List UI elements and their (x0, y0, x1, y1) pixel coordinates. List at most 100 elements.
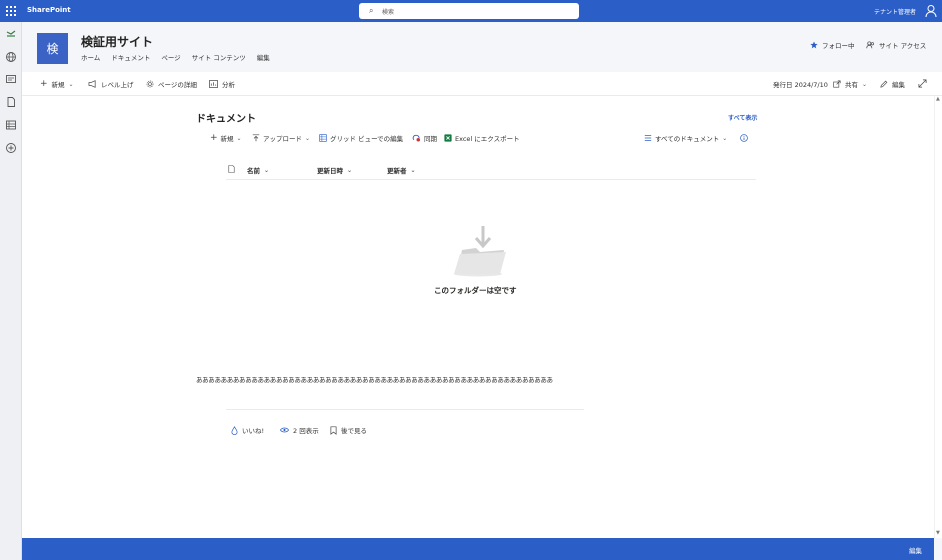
site-access-button[interactable]: サイト アクセス (866, 40, 926, 50)
promote-button[interactable]: レベル上げ (88, 79, 134, 89)
text-content: ああああああああああああああああああああああああああああああああああああああああ… (196, 376, 553, 384)
header-divider (226, 179, 756, 180)
library-title[interactable]: ドキュメント (196, 110, 256, 125)
follow-button[interactable]: フォロー中 (810, 40, 855, 50)
footer-edit-button[interactable]: 編集 (909, 545, 922, 555)
plus-icon: + (210, 133, 218, 143)
views-count: 2 回表示 (280, 425, 319, 435)
chevron-down-icon: ⌄ (722, 134, 728, 142)
like-icon (231, 425, 238, 435)
new-button[interactable]: + 新規 ⌄ (40, 79, 74, 89)
site-logo[interactable]: 検 (37, 33, 68, 64)
published-date: 発行日 2024/7/10 (773, 79, 828, 89)
star-icon (810, 41, 818, 49)
share-label: 共有 (845, 81, 858, 89)
app-bar (0, 22, 22, 560)
save-for-later-button[interactable]: 後で見る (330, 425, 367, 435)
promote-label: レベル上げ (101, 81, 134, 89)
sync-button[interactable]: 同期 (412, 133, 437, 143)
chevron-down-icon: ⌄ (264, 166, 270, 174)
column-modified-by-label: 更新者 (387, 167, 407, 175)
file-type-icon (228, 165, 235, 173)
upload-icon (252, 134, 260, 142)
column-header-modified-by[interactable]: 更新者 ⌄ (387, 165, 416, 176)
nav-item-pages[interactable]: ページ (161, 52, 180, 62)
column-header-modified[interactable]: 更新日時 ⌄ (317, 165, 353, 176)
page-canvas (22, 96, 934, 538)
analytics-icon (209, 80, 218, 88)
search-box[interactable]: ⌕ 検索 (359, 3, 579, 19)
info-icon[interactable] (740, 134, 748, 142)
chevron-down-icon: ⌄ (305, 134, 311, 142)
chevron-down-icon: ⌄ (347, 166, 353, 174)
published-label: 発行日 2024/7/10 (773, 81, 828, 89)
views-label: 2 回表示 (293, 427, 319, 435)
lists-icon[interactable] (5, 119, 17, 131)
chevron-down-icon: ⌄ (410, 166, 416, 174)
user-avatar-icon[interactable] (925, 4, 937, 18)
column-modified-label: 更新日時 (317, 167, 343, 175)
site-navigation: ホーム ドキュメント ページ サイト コンテンツ 編集 (81, 52, 270, 62)
plus-icon: + (40, 79, 48, 89)
bookmark-icon (330, 425, 337, 435)
search-icon: ⌕ (369, 6, 374, 15)
user-name[interactable]: テナント管理者 (874, 7, 916, 16)
library-new-button[interactable]: + 新規 ⌄ (210, 133, 242, 143)
chevron-down-icon: ⌄ (236, 134, 242, 142)
gear-icon (146, 80, 154, 88)
view-label: すべてのドキュメント (655, 135, 720, 143)
scroll-up-icon[interactable]: ▲ (936, 96, 940, 102)
footer-corner (934, 538, 942, 560)
excel-icon (444, 134, 452, 142)
sharepoint-home-icon[interactable] (5, 28, 17, 40)
view-selector[interactable]: すべてのドキュメント ⌄ (644, 133, 727, 143)
chevron-down-icon: ⌄ (68, 80, 74, 88)
nav-item-home[interactable]: ホーム (81, 52, 100, 62)
expand-icon[interactable] (918, 79, 927, 88)
save-label: 後で見る (341, 427, 367, 435)
page-command-bar: + 新規 ⌄ レベル上げ ページの詳細 分析 発行日 2024/7/10 共有 … (22, 72, 942, 96)
globe-icon[interactable] (5, 51, 17, 63)
export-excel-button[interactable]: Excel にエクスポート (444, 133, 520, 143)
chevron-down-icon: ⌄ (862, 80, 868, 88)
site-access-label: サイト アクセス (879, 42, 927, 50)
file-icon[interactable] (5, 96, 17, 108)
library-new-label: 新規 (220, 135, 234, 143)
like-button[interactable]: いいね! (231, 425, 264, 435)
scroll-down-icon[interactable]: ▼ (936, 530, 940, 536)
like-label: いいね! (242, 427, 265, 435)
share-button[interactable]: 共有 ⌄ (833, 79, 867, 89)
sync-icon (412, 134, 421, 142)
grid-icon (319, 134, 327, 142)
news-icon[interactable] (5, 73, 17, 85)
edit-button[interactable]: 編集 (880, 79, 905, 89)
people-icon (866, 41, 875, 49)
site-title[interactable]: 検証用サイト (81, 33, 153, 50)
app-launcher-icon[interactable] (6, 6, 16, 16)
nav-item-documents[interactable]: ドキュメント (111, 52, 150, 62)
social-divider (226, 409, 584, 410)
export-excel-label: Excel にエクスポート (455, 135, 520, 143)
column-header-name[interactable]: 名前 ⌄ (247, 165, 270, 176)
column-name-label: 名前 (247, 167, 260, 175)
search-placeholder: 検索 (382, 9, 395, 16)
analytics-label: 分析 (222, 81, 235, 89)
megaphone-icon (88, 80, 96, 88)
analytics-button[interactable]: 分析 (209, 79, 235, 89)
upload-button[interactable]: アップロード ⌄ (252, 133, 310, 143)
follow-label: フォロー中 (822, 42, 855, 50)
create-icon[interactable] (5, 142, 17, 154)
empty-folder-illustration (454, 226, 506, 277)
grid-edit-button[interactable]: グリッド ビューでの編集 (319, 133, 403, 143)
vertical-scrollbar[interactable]: ▲ ▼ (934, 96, 942, 538)
nav-item-edit[interactable]: 編集 (257, 52, 270, 62)
new-label: 新規 (51, 81, 65, 89)
app-name[interactable]: SharePoint (27, 6, 71, 14)
pencil-icon (880, 80, 888, 88)
see-all-link[interactable]: すべて表示 (728, 113, 757, 122)
upload-label: アップロード (263, 135, 302, 143)
footer-bar (22, 538, 934, 560)
nav-item-site-contents[interactable]: サイト コンテンツ (192, 52, 246, 62)
suite-bar: SharePoint ⌕ 検索 テナント管理者 (0, 0, 942, 22)
page-details-button[interactable]: ページの詳細 (146, 79, 197, 89)
